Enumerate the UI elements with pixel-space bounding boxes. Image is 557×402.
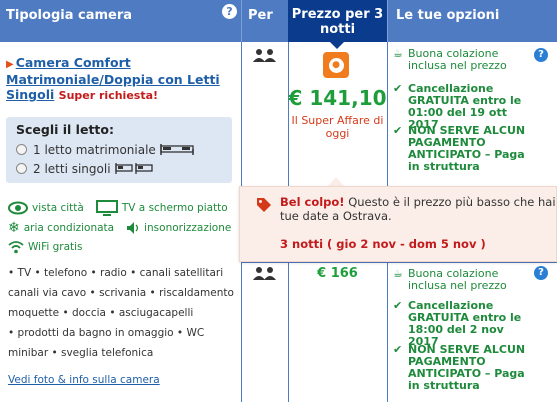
feature-line: moquette • doccia • asciugacapelli [8,307,194,319]
double-bed-icon [160,143,194,155]
amenity-wifi: WiFi gratis [28,241,83,253]
check-icon: ✔ [393,343,403,356]
room-title[interactable]: ▶ Camera Comfort Matrimoniale/Doppia con … [6,55,236,103]
header-options: Le tue opzioni [387,0,557,42]
help-icon[interactable]: ? [534,266,548,280]
help-icon[interactable]: ? [534,48,548,62]
single-beds-icon [114,162,153,174]
header-room-type-label: Tipologia camera [6,8,133,23]
amenities-row: WiFi gratis [8,240,85,254]
breakfast-text: Buona colazione inclusa nel prezzo [408,267,507,292]
deal-badge-icon: ● [323,52,349,78]
amenity-soundproof: insonorizzazione [144,222,232,234]
feature-line: • TV • telefono • radio • canali satelli… [8,267,224,279]
triangle-icon: ▶ [6,59,14,70]
header-options-label: Le tue opzioni [396,8,500,23]
bed-option-label: 1 letto matrimoniale [33,142,156,157]
popup-text-1: Questo è il prezzo più basso che hai v [348,195,557,209]
price-tag-icon [257,198,271,212]
super-deal-label: Il Super Affare di oggi [291,114,384,140]
radio-button[interactable] [16,163,27,174]
breakfast-text: Buona colazione inclusa nel prezzo [408,47,507,72]
wifi-icon [8,241,24,254]
popup-title: Bel colpo! [280,195,345,209]
feature-line: • prodotti da bagno in omaggio • WC [8,327,205,339]
header-price-label: Prezzo per 3 notti [291,7,384,37]
amenity-ac: aria condizionata [23,222,115,234]
amenities-row: vista città TV a schermo piatto [8,200,230,216]
header-room-type: Tipologia camera [0,0,241,42]
prepay-option: ✔ NON SERVE ALCUN PAGAMENTO ANTICIPATO –… [393,344,538,392]
check-icon: ✔ [393,82,403,95]
deal-popup: Bel colpo! Questo è il prezzo più basso … [239,186,557,262]
header-per-label: Per [248,8,273,23]
prepay-text: NON SERVE ALCUN PAGAMENTO ANTICIPATO – P… [408,124,526,173]
header-price[interactable]: Prezzo per 3 notti [288,0,387,42]
feature-line: minibar • sveglia telefonica [8,347,154,359]
bed-option-twin[interactable]: 2 letti singoli [16,159,232,178]
amenity-tv: TV a schermo piatto [121,202,228,214]
check-icon: ✔ [393,124,403,137]
breakfast-option: ☕ Buona colazione inclusa nel prezzo [393,48,538,72]
bed-option-label: 2 letti singoli [33,161,111,176]
popup-message: Bel colpo! Questo è il prezzo più basso … [280,195,557,223]
cancellation-option: ✔ Cancellazione GRATUITA entro le 18:00 … [393,300,538,348]
two-persons-icon [253,267,276,280]
header-per: Per [241,0,288,42]
feature-line: canali via cavo • scrivania • riscaldame… [8,287,234,299]
bed-choice-box: Scegli il letto: 1 letto matrimoniale 2 … [6,117,232,183]
amenity-view: vista città [32,202,84,214]
prepay-text: NON SERVE ALCUN PAGAMENTO ANTICIPATO – P… [408,343,526,392]
bed-option-double[interactable]: 1 letto matrimoniale [16,140,232,159]
coffee-cup-icon: ☕ [393,47,403,60]
sort-pointer-icon [330,42,344,49]
cancellation-text: Cancellazione GRATUITA entro le 18:00 de… [408,299,522,348]
eye-icon [8,201,28,215]
price-offer-2: € 166 [317,266,358,281]
tv-icon [95,200,118,216]
prepay-option: ✔ NON SERVE ALCUN PAGAMENTO ANTICIPATO –… [393,125,538,173]
bed-choice-title: Scegli il letto: [16,122,114,137]
check-icon: ✔ [393,299,403,312]
super-requested-badge: Super richiesta! [58,89,159,102]
snowflake-icon: ❄ [8,220,20,236]
popup-text-2: tue date a Ostrava. [280,209,392,223]
help-icon[interactable]: ? [222,4,237,19]
breakfast-option: ☕ Buona colazione inclusa nel prezzo [393,268,538,292]
popup-dates: 3 notti ( gio 2 nov - dom 5 nov ) [280,237,486,251]
row-divider [241,262,557,263]
coffee-cup-icon: ☕ [393,267,403,280]
see-photos-link[interactable]: Vedi foto & info sulla camera [8,374,160,386]
price-offer-1: € 141,10 [288,86,387,110]
radio-button[interactable] [16,144,27,155]
amenities-row: ❄ aria condizionata insonorizzazione [8,220,233,236]
speaker-icon [127,222,139,234]
two-persons-icon [253,49,276,62]
